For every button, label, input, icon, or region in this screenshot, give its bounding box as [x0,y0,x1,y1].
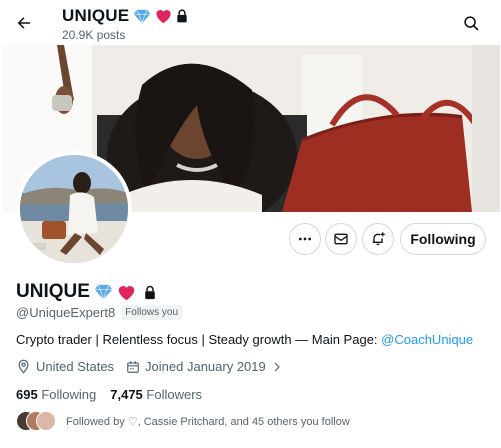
joined-date[interactable]: Joined January 2019 [126,359,283,374]
message-button[interactable] [325,223,357,255]
back-arrow-icon [17,17,30,29]
calendar-icon [127,360,139,373]
following-count: 695 [16,387,38,402]
header-title: UNIQUE [62,6,188,26]
mutual-avatars [16,411,58,431]
following-button[interactable]: Following [400,223,486,255]
display-name: UNIQUE [16,281,90,302]
more-icon [299,237,311,241]
followers-count: 7,475 [110,387,143,402]
follow-stats: 695 Following 7,475 Followers [16,387,216,402]
lock-icon [177,9,187,23]
diamond-icon [94,284,113,300]
avatar[interactable] [16,151,132,267]
location-text: United States [36,359,115,374]
mail-icon [334,233,348,245]
top-bar: UNIQUE 20.9K posts [0,0,501,45]
notifications-button[interactable] [362,223,394,255]
back-button[interactable] [10,9,38,37]
following-stat[interactable]: 695 Following [16,387,96,402]
lock-icon [145,285,155,299]
heart-icon [156,10,171,24]
diamond-icon [134,9,151,24]
notification-icon [372,232,385,245]
post-count: 20.9K posts [62,28,126,42]
bio-text: Crypto trader | Relentless focus | Stead… [16,332,382,347]
header-name: UNIQUE [62,6,130,25]
followed-by-text: Followed by ♡, Cassie Pritchard, and 45 … [66,415,350,428]
bio-link[interactable]: @CoachUnique [381,332,473,347]
heart-icon [118,285,135,300]
following-label: Following [41,387,97,402]
chevron-right-icon [274,362,280,371]
follows-you-badge: Follows you [121,305,183,320]
mutual-avatar [36,411,56,431]
location: United States [16,359,114,374]
followers-stat[interactable]: 7,475 Followers [110,387,202,402]
avatar-image [20,155,128,263]
bio: Crypto trader | Relentless focus | Stead… [16,332,473,347]
location-icon [18,359,29,374]
search-button[interactable] [458,10,484,36]
more-button[interactable] [289,223,321,255]
profile-meta: United States Joined January 2019 [16,359,295,374]
followers-label: Followers [146,387,203,402]
handle-row: @UniqueExpert8 Follows you [16,305,183,320]
joined-text: Joined January 2019 [145,359,266,374]
profile-name-row: UNIQUE [16,281,156,303]
handle: @UniqueExpert8 [16,305,116,320]
followed-by-row[interactable]: Followed by ♡, Cassie Pritchard, and 45 … [16,411,350,431]
search-icon [463,15,478,30]
